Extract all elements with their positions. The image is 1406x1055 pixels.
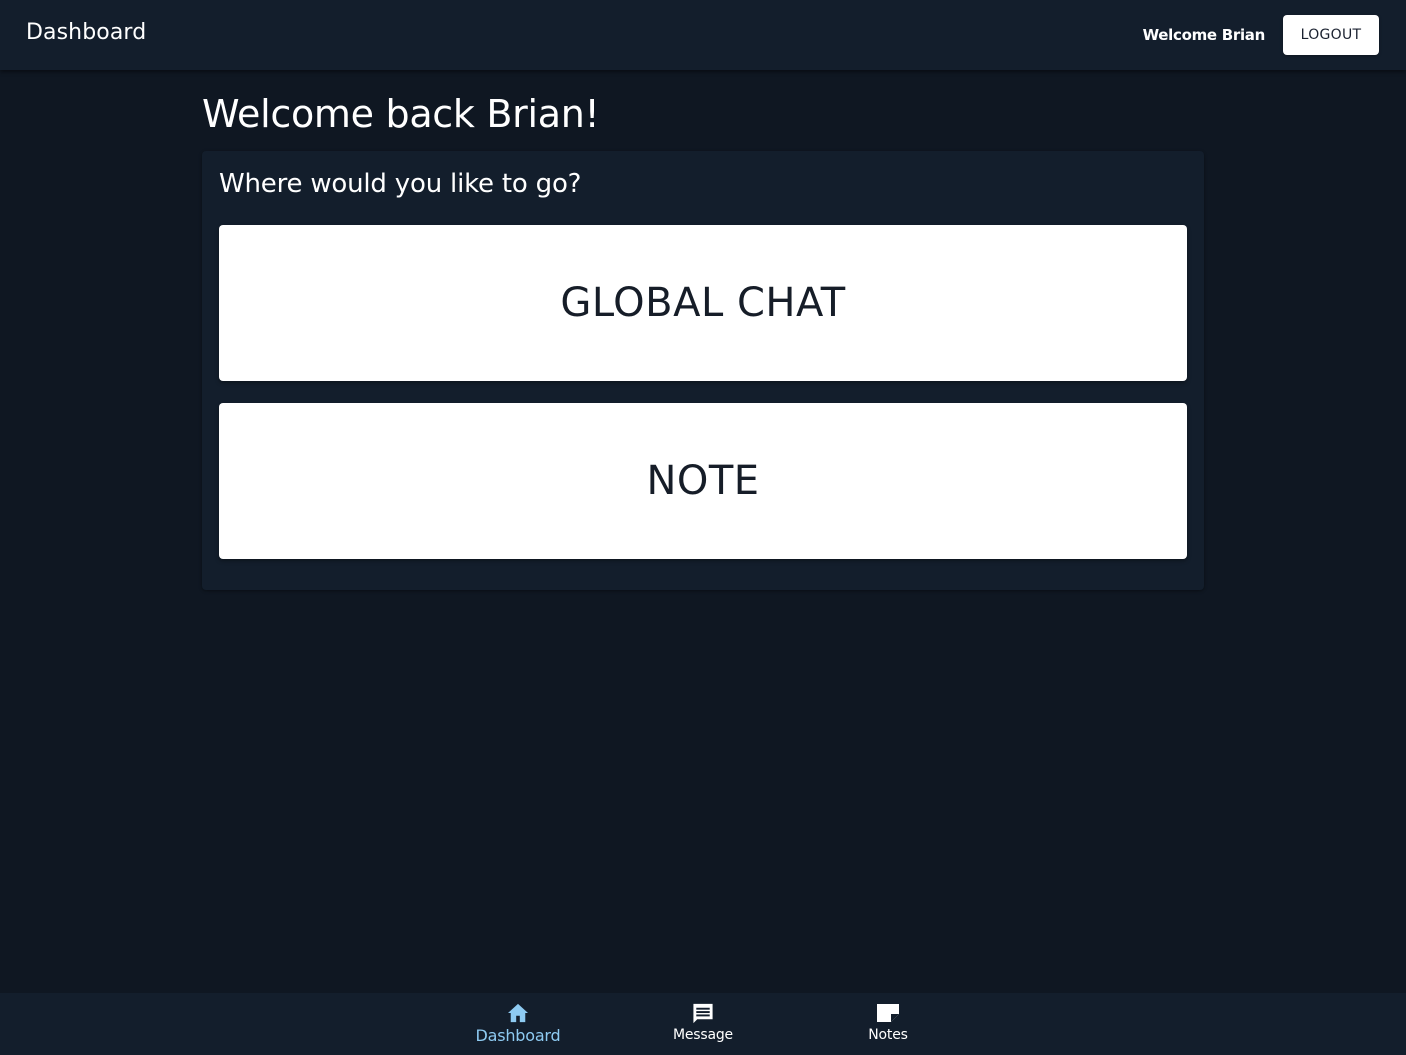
message-icon [691,1002,715,1024]
top-app-bar: Dashboard Welcome Brian LOGOUT [0,0,1406,70]
note-icon [876,1002,900,1024]
navigation-prompt: Where would you like to go? [219,169,582,199]
app-title: Dashboard [26,20,147,45]
bottom-nav-label: Dashboard [475,1026,561,1045]
home-icon [507,1002,529,1024]
bottom-nav-notes[interactable]: Notes [818,993,958,1055]
bottom-nav-label: Notes [868,1027,908,1043]
note-button[interactable]: NOTE [219,403,1187,559]
welcome-user-text: Welcome Brian [1142,26,1266,44]
navigation-card: Where would you like to go? GLOBAL CHAT … [202,151,1204,590]
page-heading: Welcome back Brian! [202,92,600,136]
global-chat-button[interactable]: GLOBAL CHAT [219,225,1187,381]
bottom-nav-label: Message [673,1027,733,1043]
bottom-navigation: Dashboard Message Notes [0,993,1406,1055]
bottom-nav-message[interactable]: Message [633,993,773,1055]
bottom-nav-dashboard[interactable]: Dashboard [448,993,588,1055]
logout-button[interactable]: LOGOUT [1283,15,1379,55]
